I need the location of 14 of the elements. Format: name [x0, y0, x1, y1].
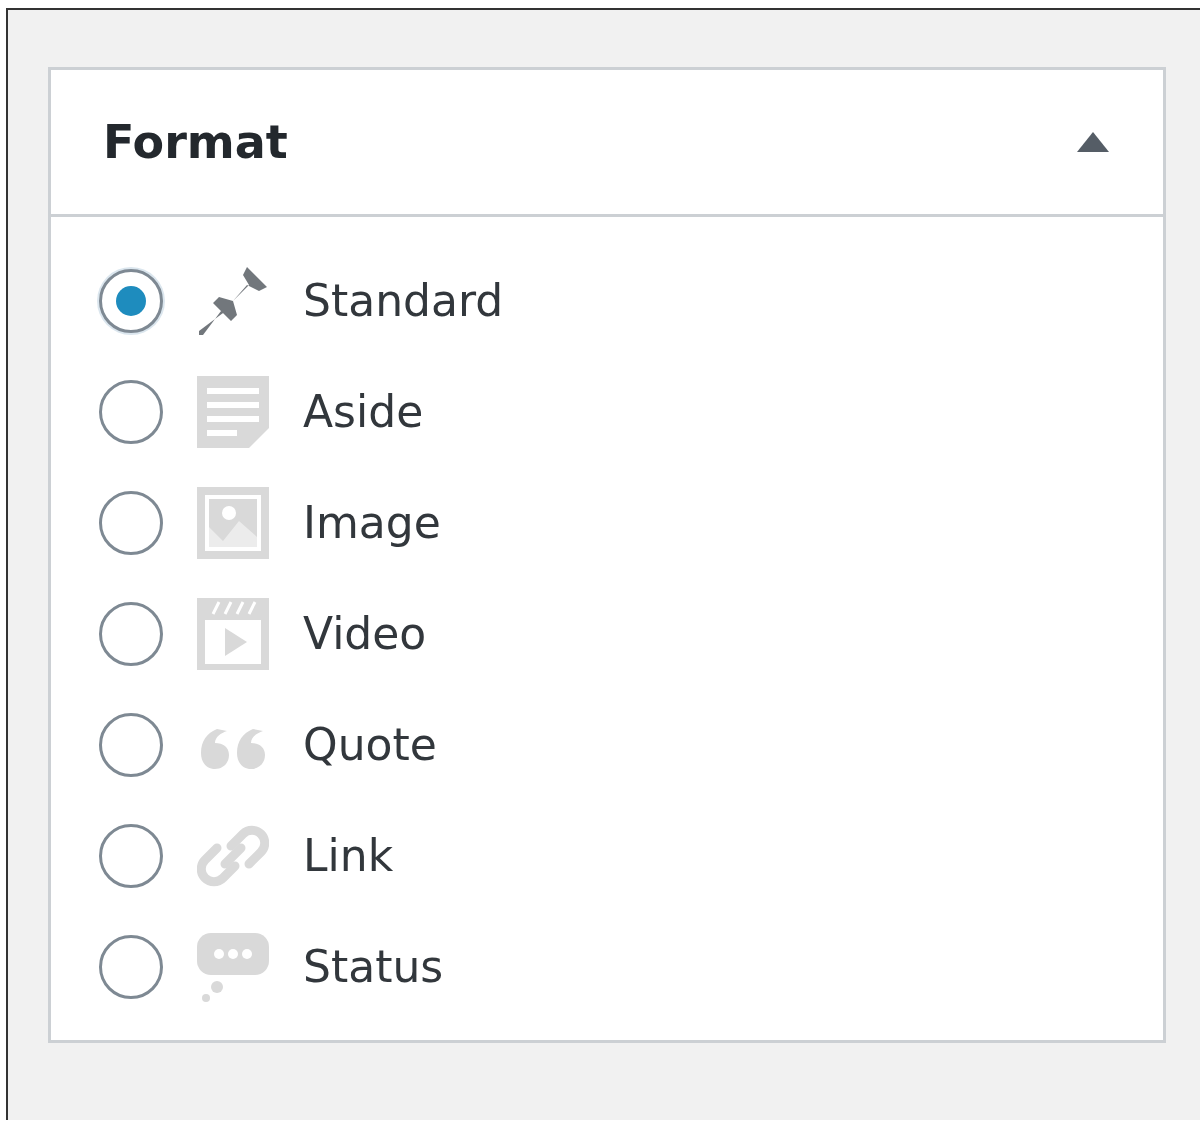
panel-title: Format [103, 115, 288, 169]
video-icon [197, 597, 269, 670]
image-icon [197, 486, 269, 559]
format-label[interactable]: Status [303, 941, 444, 992]
note-icon [197, 375, 269, 448]
format-label[interactable]: Link [303, 830, 394, 881]
format-label[interactable]: Video [303, 608, 427, 659]
speech-bubble-icon [197, 930, 269, 1003]
radio-button[interactable] [99, 268, 163, 333]
format-label[interactable]: Aside [303, 386, 424, 437]
pin-icon [197, 264, 269, 337]
format-label[interactable]: Quote [303, 719, 437, 770]
format-label[interactable]: Standard [303, 275, 504, 326]
format-label[interactable]: Image [303, 497, 441, 548]
